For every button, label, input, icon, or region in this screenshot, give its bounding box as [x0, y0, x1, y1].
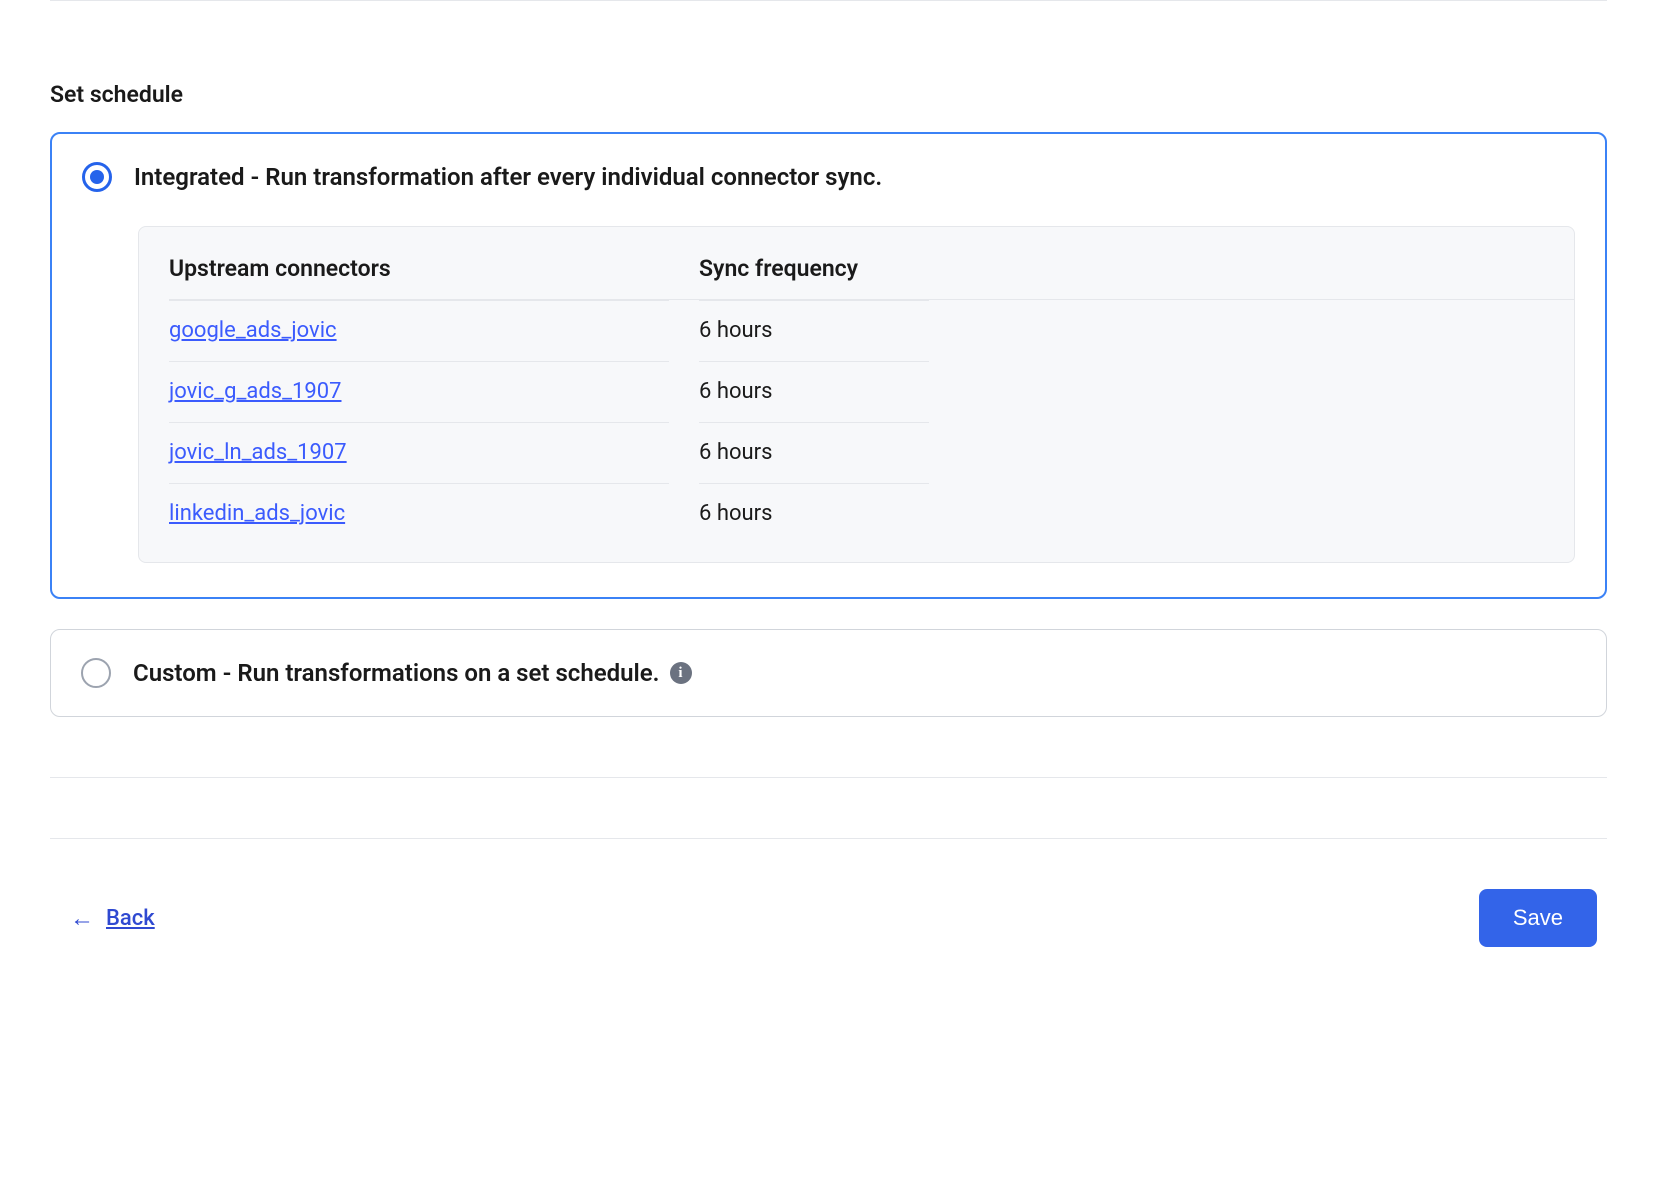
footer-row: ← Back Save — [50, 889, 1607, 947]
connector-frequency: 6 hours — [699, 379, 772, 404]
table-row: jovic_ln_ads_1907 6 hours — [139, 422, 1574, 483]
section-title: Set schedule — [50, 81, 1607, 108]
back-label: Back — [106, 906, 155, 931]
connector-frequency: 6 hours — [699, 440, 772, 465]
arrow-left-icon: ← — [70, 904, 94, 933]
divider-1 — [50, 777, 1607, 778]
connector-link[interactable]: jovic_g_ads_1907 — [169, 379, 342, 404]
connector-link[interactable]: google_ads_jovic — [169, 318, 337, 343]
schedule-option-custom[interactable]: Custom - Run transformations on a set sc… — [50, 629, 1607, 717]
table-header-connectors: Upstream connectors — [139, 245, 669, 300]
top-divider — [50, 0, 1607, 1]
radio-row-custom: Custom - Run transformations on a set sc… — [81, 658, 1576, 688]
save-button[interactable]: Save — [1479, 889, 1597, 947]
connector-frequency: 6 hours — [699, 501, 772, 526]
table-header-spacer — [929, 245, 1574, 300]
radio-label-integrated: Integrated - Run transformation after ev… — [134, 163, 882, 191]
connector-link[interactable]: linkedin_ads_jovic — [169, 501, 345, 526]
divider-2 — [50, 838, 1607, 839]
back-button[interactable]: ← Back — [70, 904, 155, 933]
upstream-connectors-table: Upstream connectors Sync frequency googl… — [138, 226, 1575, 563]
table-row: jovic_g_ads_1907 6 hours — [139, 361, 1574, 422]
radio-custom[interactable] — [81, 658, 111, 688]
connector-link[interactable]: jovic_ln_ads_1907 — [169, 440, 347, 465]
connector-frequency: 6 hours — [699, 318, 772, 343]
radio-row-integrated: Integrated - Run transformation after ev… — [82, 162, 1575, 192]
schedule-option-integrated[interactable]: Integrated - Run transformation after ev… — [50, 132, 1607, 599]
radio-dot-icon — [90, 170, 104, 184]
radio-label-custom-wrap: Custom - Run transformations on a set sc… — [133, 659, 692, 687]
schedule-page: Set schedule Integrated - Run transforma… — [0, 0, 1657, 1007]
radio-integrated[interactable] — [82, 162, 112, 192]
info-icon[interactable]: i — [670, 662, 692, 684]
table-row: google_ads_jovic 6 hours — [139, 300, 1574, 361]
radio-mid-icon — [86, 166, 108, 188]
table-header-frequency: Sync frequency — [669, 245, 929, 300]
radio-label-custom: Custom - Run transformations on a set sc… — [133, 659, 660, 687]
table-row: linkedin_ads_jovic 6 hours — [139, 483, 1574, 544]
